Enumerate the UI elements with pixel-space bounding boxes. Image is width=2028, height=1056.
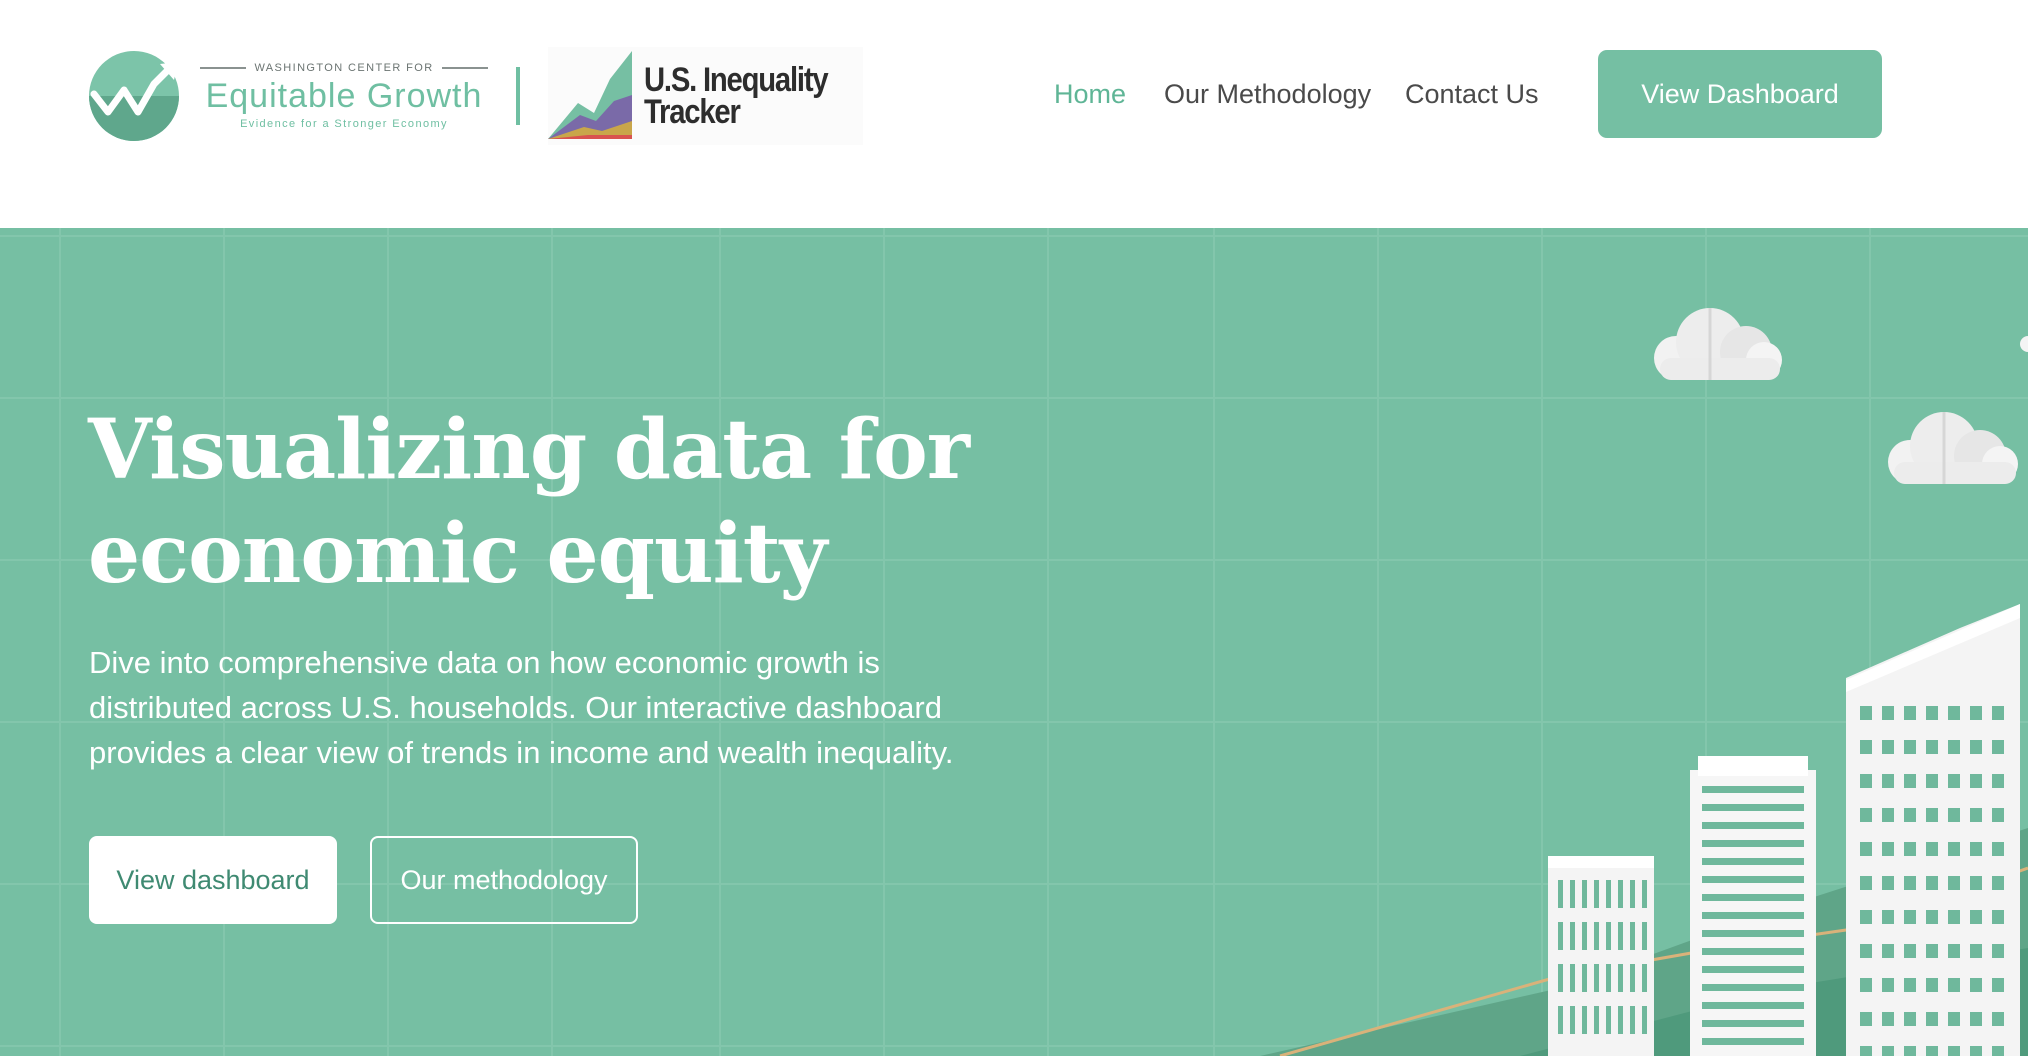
cloud-edge-icon: [2020, 336, 2028, 352]
building-short: [1548, 856, 1654, 1056]
city-skyline-illustration: [1260, 308, 2028, 1056]
tracker-line-2: Tracker: [644, 93, 741, 131]
nav-home[interactable]: Home: [1054, 72, 1126, 116]
hero-title-line-2: economic equity: [88, 506, 827, 602]
hero-title-line-1: Visualizing data for: [88, 402, 970, 498]
cloud-icon: [1888, 412, 2018, 484]
wordmark-name: Equitable Growth: [205, 77, 483, 115]
site-header: WASHINGTON CENTER FOR Equitable Growth E…: [0, 0, 2028, 228]
wordmark-top-line: WASHINGTON CENTER FOR: [254, 62, 434, 74]
nav-our-methodology[interactable]: Our Methodology: [1164, 72, 1371, 116]
hero-description: Dive into comprehensive data on how econ…: [89, 645, 954, 770]
header-view-dashboard-button[interactable]: View Dashboard: [1598, 50, 1882, 138]
wordmark-rule-right: [441, 67, 488, 69]
inequality-tracker-logo: U.S. Inequality Tracker: [548, 47, 864, 145]
brand-divider: [516, 67, 520, 125]
equitable-growth-logo-icon: [89, 51, 179, 141]
nav-contact-us[interactable]: Contact Us: [1405, 72, 1539, 116]
building-middle: [1690, 756, 1816, 1056]
tracker-line-1: U.S. Inequality: [644, 61, 829, 99]
wordmark-tagline: Evidence for a Stronger Economy: [240, 118, 448, 130]
hero-title: Visualizing data for economic equity: [88, 398, 1088, 606]
hero-section: Visualizing data for economic equity Div…: [0, 228, 2028, 1056]
cloud-icon: [1654, 308, 1782, 380]
view-dashboard-button[interactable]: View dashboard: [89, 836, 337, 924]
building-tall: [1846, 604, 2020, 1056]
brand-logos[interactable]: WASHINGTON CENTER FOR Equitable Growth E…: [88, 46, 864, 146]
our-methodology-button[interactable]: Our methodology: [370, 836, 638, 924]
area-chart-logo-icon: [548, 51, 632, 139]
equitable-growth-wordmark: WASHINGTON CENTER FOR Equitable Growth E…: [198, 62, 490, 130]
wordmark-rule-left: [200, 67, 247, 69]
